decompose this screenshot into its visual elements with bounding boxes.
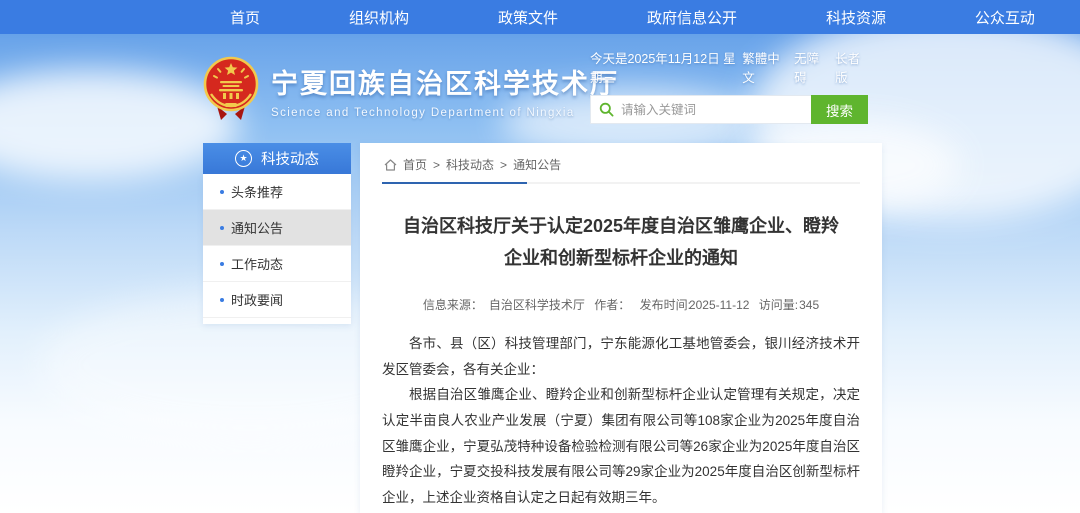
article-paragraph: 各市、县（区）科技管理部门，宁东能源化工基地管委会，银川经济技术开发区管委会，各… <box>382 331 860 382</box>
header-meta-row: 今天是2025年11月12日 星期三 繁體中文 无障碍 长者版 <box>590 48 868 86</box>
search-input[interactable] <box>621 103 803 117</box>
breadcrumb-tech-news[interactable]: 科技动态 <box>446 156 494 173</box>
site-title: 宁夏回族自治区科学技术厅 <box>271 62 619 101</box>
home-icon <box>384 159 397 171</box>
header-links: 繁體中文 无障碍 长者版 <box>742 48 868 86</box>
meta-publish-label: 发布时间: <box>640 298 691 312</box>
sidebar: ★ 科技动态 头条推荐 通知公告 工作动态 时政要闻 <box>203 143 351 513</box>
article-title: 自治区科技厅关于认定2025年度自治区雏鹰企业、瞪羚企业和创新型标杆企业的通知 <box>400 211 842 274</box>
sidebar-item-label: 工作动态 <box>231 254 283 273</box>
nav-item-gov-info-disclosure[interactable]: 政府信息公开 <box>647 7 737 28</box>
sidebar-title: 科技动态 <box>261 148 319 169</box>
national-emblem-logo <box>203 56 259 126</box>
nav-item-tech-resources[interactable]: 科技资源 <box>826 7 886 28</box>
nav-item-organization[interactable]: 组织机构 <box>349 7 409 28</box>
sidebar-item-headline-recommend[interactable]: 头条推荐 <box>203 174 351 210</box>
nav-item-home[interactable]: 首页 <box>230 7 260 28</box>
sidebar-item-label: 头条推荐 <box>231 182 283 201</box>
nav-item-public-interaction[interactable]: 公众互动 <box>975 7 1035 28</box>
site-subtitle-en: Science and Technology Department of Nin… <box>271 107 619 119</box>
article-body: 各市、县（区）科技管理部门，宁东能源化工基地管委会，银川经济技术开发区管委会，各… <box>382 331 860 510</box>
breadcrumb: 首页 > 科技动态 > 通知公告 <box>382 152 860 182</box>
link-traditional-chinese[interactable]: 繁體中文 <box>742 48 786 86</box>
sidebar-item-work-dynamics[interactable]: 工作动态 <box>203 246 351 282</box>
search-box <box>590 95 811 124</box>
bullet-dot-icon <box>220 262 224 266</box>
search-button[interactable]: 搜索 <box>811 95 868 124</box>
star-circle-icon: ★ <box>235 150 252 167</box>
sidebar-menu: 头条推荐 通知公告 工作动态 时政要闻 <box>203 174 351 324</box>
bullet-dot-icon <box>220 190 224 194</box>
header-utilities: 今天是2025年11月12日 星期三 繁體中文 无障碍 长者版 搜索 <box>590 48 868 124</box>
site-brand[interactable]: 宁夏回族自治区科学技术厅 Science and Technology Depa… <box>203 56 619 126</box>
meta-author-label: 作者： <box>594 298 630 312</box>
site-header: 宁夏回族自治区科学技术厅 Science and Technology Depa… <box>0 34 1080 146</box>
main-area: ★ 科技动态 头条推荐 通知公告 工作动态 时政要闻 <box>203 143 882 513</box>
site-title-block: 宁夏回族自治区科学技术厅 Science and Technology Depa… <box>271 56 619 119</box>
sidebar-item-notices[interactable]: 通知公告 <box>203 210 351 246</box>
breadcrumb-separator: > <box>433 158 440 172</box>
article-paragraph: 根据自治区雏鹰企业、瞪羚企业和创新型标杆企业认定管理有关规定，决定认定半亩良人农… <box>382 382 860 510</box>
sidebar-item-current-politics[interactable]: 时政要闻 <box>203 282 351 318</box>
meta-source-label: 信息来源： <box>423 298 483 312</box>
today-date-text: 今天是2025年11月12日 星期三 <box>590 48 742 86</box>
search-icon <box>599 102 614 117</box>
meta-visits-value: 345 <box>799 298 819 312</box>
link-accessibility[interactable]: 无障碍 <box>794 48 827 86</box>
breadcrumb-divider-accent <box>382 182 527 184</box>
top-nav: 首页 组织机构 政策文件 政府信息公开 科技资源 公众互动 <box>0 0 1080 34</box>
article-meta: 信息来源： 自治区科学技术厅 作者： 发布时间:2025-11-12 访问量:34… <box>382 296 860 313</box>
breadcrumb-separator: > <box>500 158 507 172</box>
top-nav-items: 首页 组织机构 政策文件 政府信息公开 科技资源 公众互动 <box>0 0 1080 34</box>
page: 首页 组织机构 政策文件 政府信息公开 科技资源 公众互动 <box>0 0 1080 513</box>
nav-item-policy-documents[interactable]: 政策文件 <box>498 7 558 28</box>
meta-visits-label: 访问量: <box>759 298 798 312</box>
breadcrumb-notices[interactable]: 通知公告 <box>513 156 561 173</box>
bullet-dot-icon <box>220 298 224 302</box>
sidebar-item-label: 通知公告 <box>231 218 283 237</box>
search-bar: 搜索 <box>590 95 868 124</box>
meta-publish-date: 2025-11-12 <box>689 298 750 312</box>
bullet-dot-icon <box>220 226 224 230</box>
sidebar-item-label: 时政要闻 <box>231 290 283 309</box>
meta-source-value: 自治区科学技术厅 <box>489 298 585 312</box>
content-panel: 首页 > 科技动态 > 通知公告 自治区科技厅关于认定2025年度自治区雏鹰企业… <box>360 143 882 513</box>
link-elderly-version[interactable]: 长者版 <box>835 48 868 86</box>
breadcrumb-divider <box>382 182 860 184</box>
sidebar-header-tech-news[interactable]: ★ 科技动态 <box>203 143 351 174</box>
breadcrumb-home[interactable]: 首页 <box>403 156 427 173</box>
